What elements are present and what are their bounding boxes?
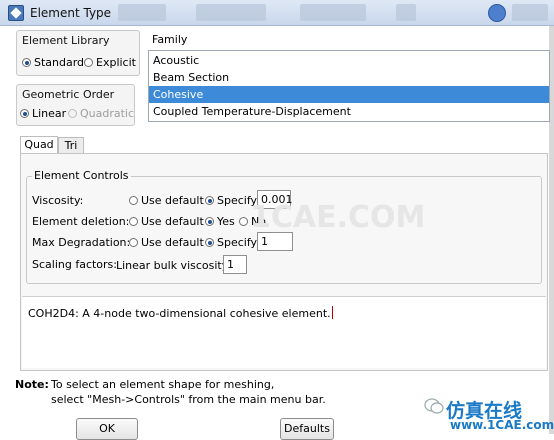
title-bar[interactable]: Element Type	[0, 0, 554, 26]
element-description-area: COH2D4: A 4-node two-dimensional cohesiv…	[22, 296, 546, 368]
help-icon[interactable]	[488, 4, 506, 22]
text-cursor	[331, 306, 333, 319]
element-deletion-use-default-radio[interactable]: Use default	[129, 215, 204, 228]
note-label: Note:	[15, 378, 49, 391]
taskbar-tab	[118, 4, 166, 21]
family-title: Family	[152, 33, 188, 46]
radio-icon	[129, 238, 138, 247]
radio-selected-icon	[20, 109, 29, 118]
radio-selected-icon	[205, 217, 214, 226]
geometric-order-title: Geometric Order	[22, 88, 115, 101]
element-deletion-label: Element deletion:	[32, 215, 130, 228]
radio-disabled-icon	[68, 109, 77, 118]
note-line-1: To select an element shape for meshing,	[51, 378, 275, 391]
taskbar-tab	[512, 4, 548, 21]
defaults-button[interactable]: Defaults	[280, 418, 334, 440]
radio-icon	[129, 196, 138, 205]
family-item-cohesive[interactable]: Cohesive	[149, 86, 549, 103]
standard-radio[interactable]: Standard	[22, 56, 84, 69]
max-degradation-specify-radio[interactable]: Specify	[205, 236, 257, 249]
watermark-background: 1CAE.COM	[250, 200, 426, 235]
watermark-url: www.1CAE.com	[450, 418, 554, 432]
abaqus-icon	[8, 5, 24, 21]
element-description: COH2D4: A 4-node two-dimensional cohesiv…	[28, 307, 331, 320]
family-item-coupled-temperature-displacement[interactable]: Coupled Temperature-Displacement	[149, 103, 549, 120]
wechat-icon	[424, 397, 444, 417]
taskbar-tab	[396, 4, 416, 21]
element-library-title: Element Library	[22, 34, 110, 47]
geometric-order-group: Geometric Order Linear Quadratic	[16, 84, 135, 126]
linear-radio[interactable]: Linear	[20, 107, 66, 120]
max-degradation-label: Max Degradation:	[32, 236, 131, 249]
taskbar-tab	[300, 4, 366, 21]
viscosity-use-default-radio[interactable]: Use default	[129, 194, 204, 207]
viscosity-label: Viscosity:	[32, 194, 84, 207]
radio-icon	[84, 58, 93, 67]
family-item-acoustic[interactable]: Acoustic	[149, 52, 549, 69]
linear-bulk-viscosity-input[interactable]: 1	[223, 255, 247, 274]
scaling-factors-label: Scaling factors:	[32, 258, 117, 271]
element-deletion-yes-radio[interactable]: Yes	[205, 215, 235, 228]
radio-selected-icon	[205, 196, 214, 205]
linear-bulk-viscosity-label: Linear bulk viscosity:	[116, 259, 232, 272]
note-line-2: select "Mesh->Controls" from the main me…	[51, 393, 326, 406]
quadratic-radio[interactable]: Quadratic	[68, 107, 134, 120]
max-degradation-use-default-radio[interactable]: Use default	[129, 236, 204, 249]
family-item-beam-section[interactable]: Beam Section	[149, 69, 549, 86]
family-list[interactable]: Acoustic Beam Section Cohesive Coupled T…	[148, 50, 550, 122]
window-title: Element Type	[30, 6, 112, 20]
radio-icon	[129, 217, 138, 226]
explicit-radio[interactable]: Explicit	[84, 56, 136, 69]
radio-icon	[239, 217, 248, 226]
radio-selected-icon	[205, 238, 214, 247]
element-controls-title: Element Controls	[32, 169, 131, 182]
taskbar-tab	[196, 4, 266, 21]
ok-button[interactable]: OK	[76, 418, 138, 440]
radio-selected-icon	[22, 58, 31, 67]
element-library-group: Element Library Standard Explicit	[16, 30, 140, 76]
tab-tri[interactable]: Tri	[58, 137, 84, 154]
